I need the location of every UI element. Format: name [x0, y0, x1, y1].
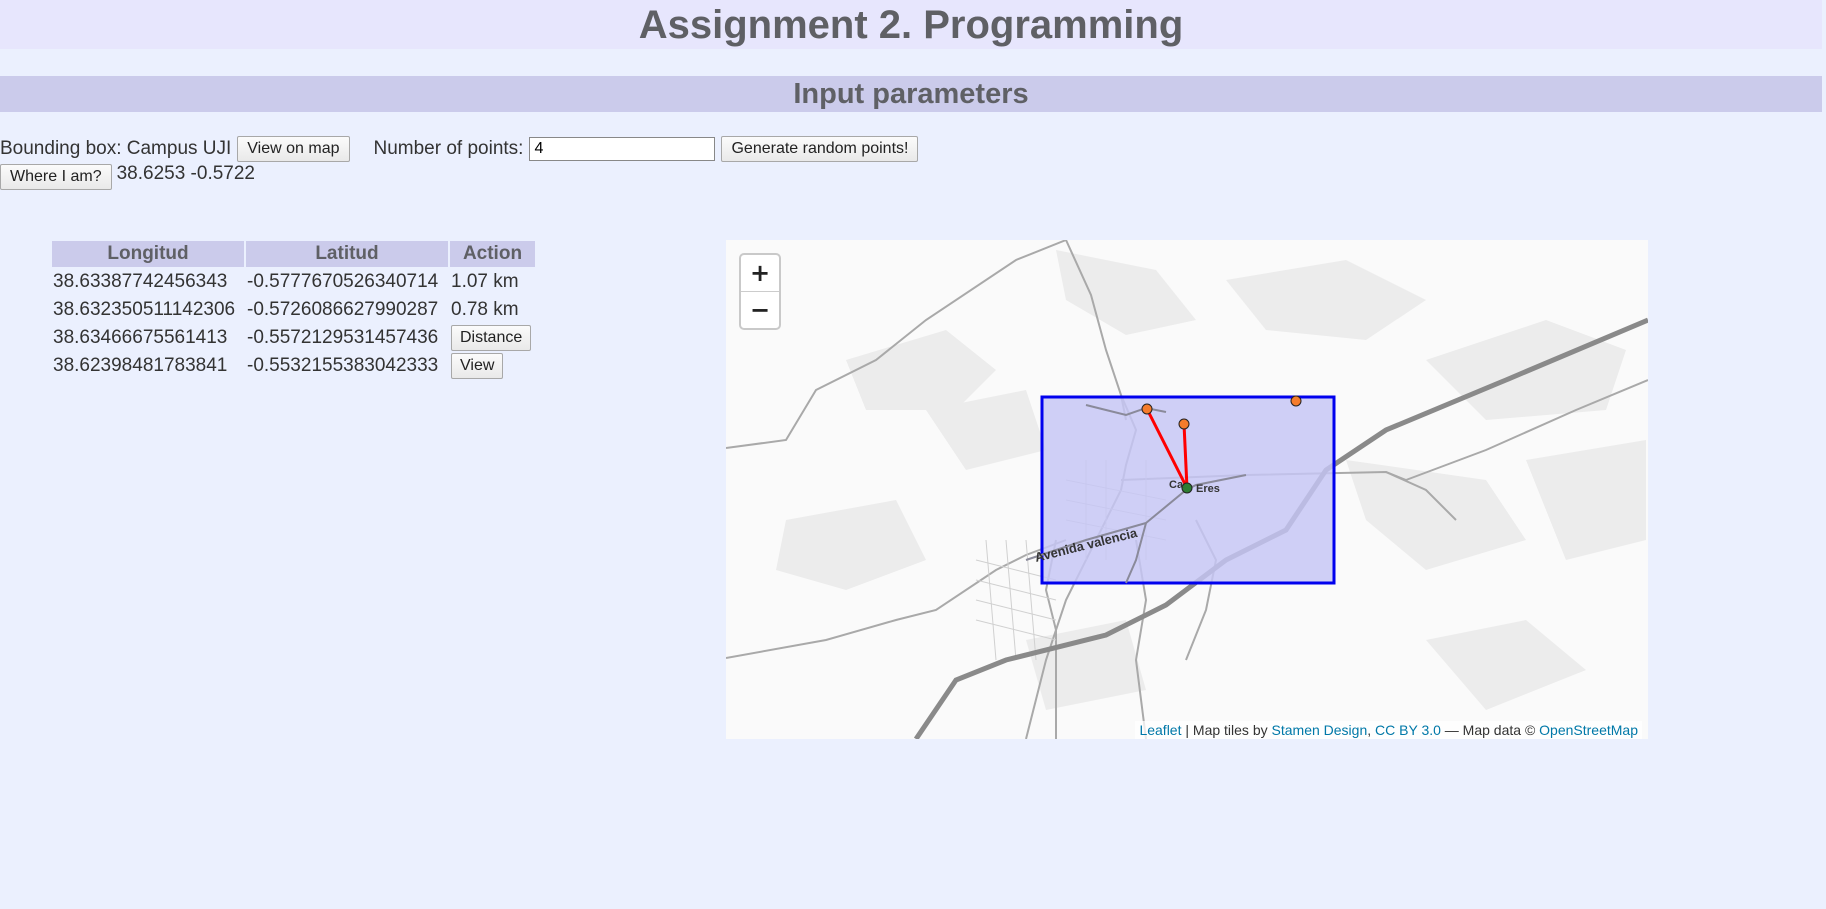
cell-longitud: 38.632350511142306 — [53, 299, 236, 320]
section-title: Input parameters — [793, 78, 1029, 110]
zoom-out-button[interactable]: − — [741, 291, 779, 328]
cell-latitud: -0.5532155383042333 — [247, 355, 439, 376]
column-header-action: Action — [450, 241, 535, 267]
section-header: Input parameters — [0, 76, 1822, 112]
location-text: 38.6253 -0.5722 — [116, 163, 255, 184]
table-row: 38.63387742456343 -0.5777670526340714 1.… — [52, 269, 535, 295]
bbox-label: Bounding box: Campus UJI — [0, 138, 232, 159]
table-row: 38.632350511142306 -0.5726086627990287 0… — [52, 297, 535, 323]
cell-longitud: 38.62398481783841 — [53, 355, 228, 376]
distance-button[interactable]: Distance — [451, 325, 532, 351]
params-row: Bounding box: Campus UJI View on map Num… — [0, 136, 919, 162]
view-on-map-button[interactable]: View on map — [237, 136, 350, 162]
leaflet-link[interactable]: Leaflet — [1139, 722, 1181, 738]
place-label-left: Ca — [1169, 479, 1184, 491]
table-header-row: Longitud Latitud Action — [52, 241, 535, 267]
map-attribution: Leaflet | Map tiles by Stamen Design, CC… — [1135, 721, 1642, 739]
cell-latitud: -0.5572129531457436 — [247, 327, 439, 348]
column-header-latitud: Latitud — [246, 241, 448, 267]
column-header-longitud: Longitud — [52, 241, 244, 267]
cell-longitud: 38.63387742456343 — [53, 271, 228, 292]
table-row: 38.62398481783841 -0.5532155383042333 Vi… — [52, 353, 535, 379]
cell-distance: 0.78 km — [451, 299, 519, 320]
title-bar: Assignment 2. Programming — [0, 0, 1822, 49]
cell-longitud: 38.63466675561413 — [53, 327, 228, 348]
zoom-control: + − — [739, 253, 781, 330]
attribution-text: | Map tiles by — [1181, 722, 1272, 738]
attribution-separator: , — [1367, 722, 1376, 738]
page-title: Assignment 2. Programming — [638, 3, 1184, 47]
cell-action: View — [450, 353, 535, 379]
cell-distance: 1.07 km — [451, 271, 519, 292]
view-button[interactable]: View — [451, 353, 504, 379]
cell-action: Distance — [450, 325, 535, 351]
table-row: 38.63466675561413 -0.5572129531457436 Di… — [52, 325, 535, 351]
osm-link[interactable]: OpenStreetMap — [1539, 722, 1638, 738]
points-table: Longitud Latitud Action 38.6338774245634… — [50, 239, 537, 381]
cc-link[interactable]: CC BY 3.0 — [1375, 722, 1441, 738]
map-view[interactable]: Avenida valencia Ca Eres + − Leaflet | M… — [726, 240, 1648, 739]
location-row: Where I am? 38.6253 -0.5722 — [0, 163, 255, 190]
stamen-link[interactable]: Stamen Design — [1272, 722, 1368, 738]
where-am-i-button[interactable]: Where I am? — [0, 164, 112, 190]
map-canvas[interactable]: Avenida valencia Ca Eres — [726, 240, 1648, 739]
generate-points-button[interactable]: Generate random points! — [721, 136, 919, 162]
zoom-in-button[interactable]: + — [741, 255, 779, 291]
cell-latitud: -0.5777670526340714 — [247, 271, 439, 292]
num-points-input[interactable] — [529, 137, 716, 161]
attribution-text: — Map data © — [1440, 722, 1540, 738]
num-points-label: Number of points: — [373, 138, 524, 159]
place-label-right: Eres — [1196, 483, 1220, 495]
cell-latitud: -0.5726086627990287 — [247, 299, 439, 320]
